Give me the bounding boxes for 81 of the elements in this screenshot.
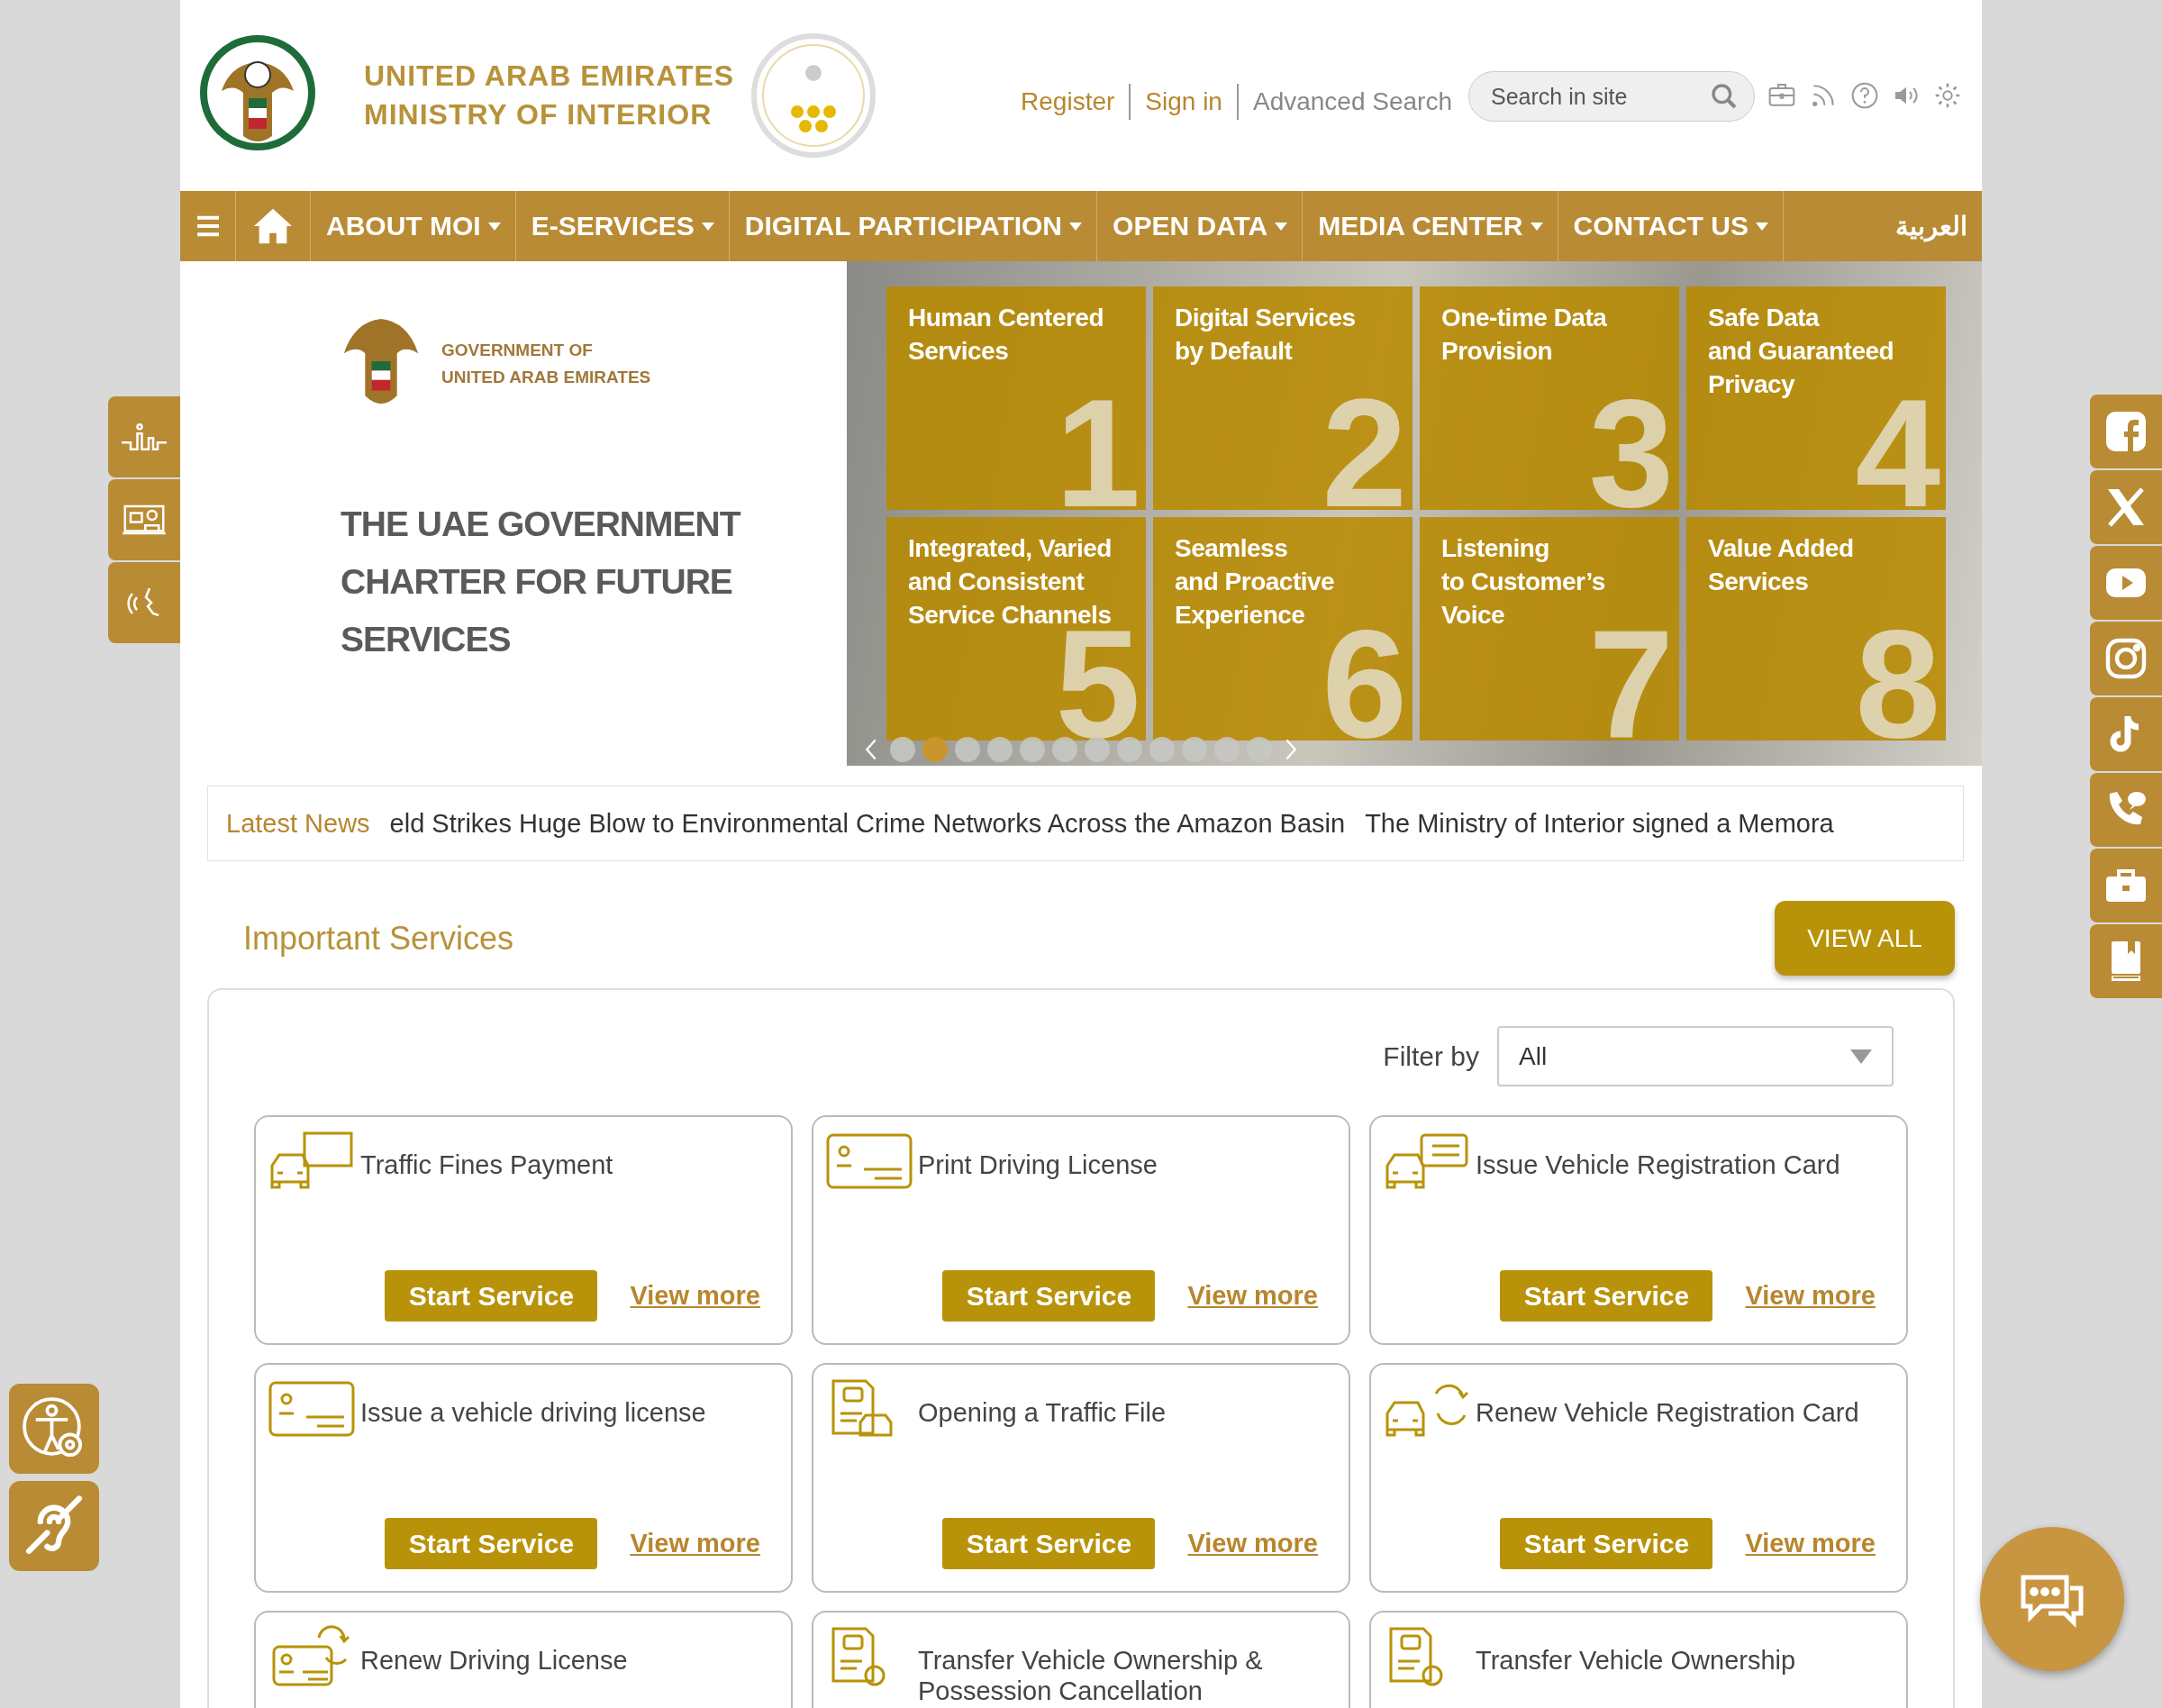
tile-number: 3 (1588, 377, 1674, 510)
help-icon[interactable] (1850, 81, 1879, 110)
view-more-link[interactable]: View more (1187, 1281, 1318, 1311)
facebook-button[interactable] (2090, 395, 2162, 468)
tile-title: One-time Data Provision (1440, 303, 1608, 367)
header-link[interactable]: Register (1021, 87, 1115, 116)
carousel-dot[interactable] (1182, 737, 1207, 762)
view-more-link[interactable]: View more (630, 1529, 760, 1558)
book-button[interactable] (2090, 924, 2162, 998)
service-title: Renew Vehicle Registration Card (1476, 1397, 1859, 1428)
section-title: Important Services (243, 919, 514, 958)
service-title: Transfer Vehicle Ownership (1476, 1645, 1796, 1676)
view-more-link[interactable]: View more (1745, 1281, 1876, 1311)
carousel-dot[interactable] (1085, 737, 1110, 762)
youtube-button[interactable] (2090, 546, 2162, 620)
news-headline[interactable]: The Ministry of Interior signed a Memora (1365, 808, 1834, 839)
tile-number: 1 (1055, 377, 1140, 510)
service-title: Print Driving License (918, 1149, 1158, 1180)
carousel-dot[interactable] (1020, 737, 1045, 762)
start-service-button[interactable]: Start Service (1500, 1270, 1713, 1322)
instagram-icon[interactable] (2104, 637, 2148, 680)
service-title: Opening a Traffic File (918, 1397, 1167, 1428)
video-call-button[interactable] (108, 479, 180, 560)
view-more-link[interactable]: View more (1745, 1529, 1876, 1558)
carousel-dot[interactable] (922, 737, 948, 762)
search-icon[interactable] (1710, 82, 1739, 111)
start-service-button[interactable]: Start Service (1500, 1518, 1713, 1569)
filter-label: Filter by (1383, 1040, 1479, 1072)
tiktok-button[interactable] (2090, 697, 2162, 771)
service-title: Issue a vehicle driving license (360, 1397, 706, 1428)
sign-language-button[interactable] (108, 396, 180, 477)
start-service-button[interactable]: Start Service (385, 1518, 598, 1569)
nav-menu-item[interactable]: ABOUT MOI (311, 191, 516, 261)
voice-button[interactable] (108, 562, 180, 643)
view-more-link[interactable]: View more (1187, 1529, 1318, 1558)
carousel-dot[interactable] (987, 737, 1013, 762)
instagram-button[interactable] (2090, 622, 2162, 695)
accessibility-settings-button[interactable] (9, 1384, 99, 1474)
star-rating-badge-icon (750, 32, 877, 159)
government-label: UNITED ARAB EMIRATES (441, 368, 651, 387)
start-service-button[interactable]: Start Service (942, 1518, 1156, 1569)
carousel-dot[interactable] (1149, 737, 1175, 762)
header-link[interactable]: Sign in (1145, 87, 1222, 116)
carousel-dot[interactable] (1214, 737, 1240, 762)
carousel-dot[interactable] (1117, 737, 1142, 762)
x-button[interactable] (2090, 470, 2162, 544)
briefcase-button[interactable] (2090, 849, 2162, 922)
tile-title: Value Added Services (1707, 533, 1855, 597)
phone-chat-button[interactable] (2090, 773, 2162, 847)
carousel-dot[interactable] (1247, 737, 1272, 762)
view-more-link[interactable]: View more (630, 1281, 760, 1311)
filter-dropdown[interactable]: All (1497, 1026, 1894, 1086)
service-title: Transfer Vehicle Ownership & Possession Cancellation (918, 1645, 1264, 1706)
tile-title: Human Centered Services (907, 303, 1105, 367)
tile-number: 8 (1855, 607, 1940, 740)
start-service-button[interactable]: Start Service (942, 1270, 1156, 1322)
settings-icon[interactable] (1933, 81, 1962, 110)
facebook-icon[interactable] (2104, 410, 2148, 453)
news-label: Latest News (226, 808, 370, 839)
ministry-name: UNITED ARAB EMIRATES (364, 59, 735, 93)
hearing-assistance-button[interactable] (9, 1481, 99, 1571)
nav-menu-item[interactable]: E-SERVICES (515, 191, 730, 261)
dropdown-arrow-icon (1850, 1049, 1872, 1064)
search-field[interactable]: Search in site (1468, 71, 1755, 122)
carousel-dot[interactable] (1052, 737, 1077, 762)
service-title: Renew Driving License (360, 1645, 628, 1676)
tile-title: Digital Services by Default (1174, 303, 1357, 367)
charter-heading: THE UAE GOVERNMENT CHARTER FOR FUTURE SERVICES (341, 504, 742, 660)
news-headline[interactable]: eld Strikes Huge Blow to Environmental Crime Networks Across the Amazon Basin (389, 808, 1346, 839)
start-service-button[interactable]: Start Service (385, 1270, 598, 1322)
language-link[interactable]: العربية (1895, 191, 1982, 261)
ministry-name-subtitle: MINISTRY OF INTERIOR (364, 98, 713, 132)
carousel-dot[interactable] (955, 737, 980, 762)
service-title: Issue Vehicle Registration Card (1476, 1149, 1840, 1180)
header-link[interactable]: Advanced Search (1252, 87, 1452, 116)
government-label: GOVERNMENT OF (441, 341, 594, 360)
service-title: Traffic Fines Payment (360, 1149, 613, 1180)
tile-number: 2 (1322, 377, 1407, 510)
tile-title: Integrated, Varied and Consistent Service Channels (907, 533, 1113, 631)
view-all-button[interactable]: VIEW ALL (1775, 901, 1955, 976)
carousel-dot[interactable] (890, 737, 915, 762)
